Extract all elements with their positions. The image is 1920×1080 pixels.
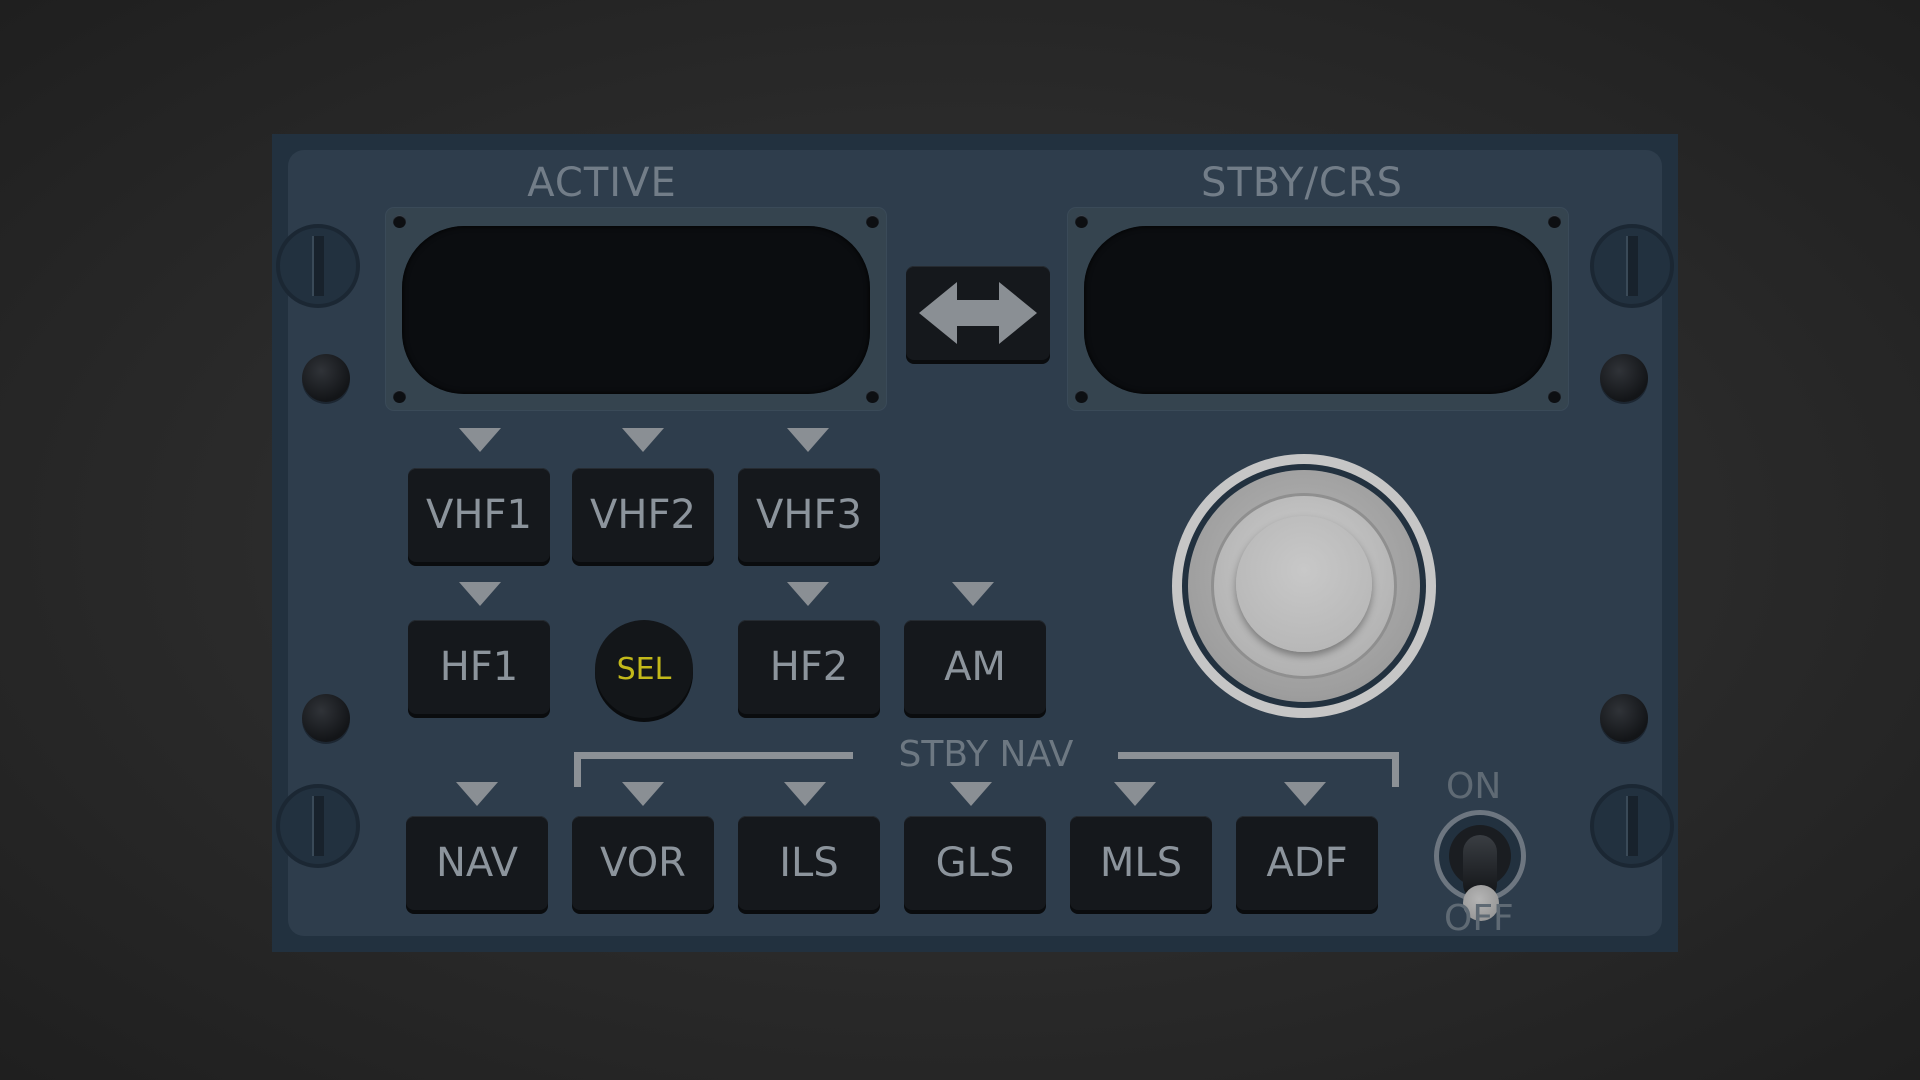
hf2-button[interactable]: HF2: [738, 620, 880, 714]
vor-button[interactable]: VOR: [572, 816, 714, 910]
ils-button[interactable]: ILS: [738, 816, 880, 910]
panel-clamp-bottom-left: [276, 784, 360, 868]
standby-display-frame: [1068, 208, 1568, 410]
vhf3-button[interactable]: VHF3: [738, 468, 880, 562]
radio-tuning-panel: ACTIVE STBY/CRS VHF1 VHF2 VHF3 HF1 SEL H…: [272, 134, 1678, 952]
tuning-knob[interactable]: [1172, 454, 1436, 718]
standby-frequency-display: [1084, 226, 1552, 394]
mls-button[interactable]: MLS: [1070, 816, 1212, 910]
stby-nav-label: STBY NAV: [898, 734, 1074, 775]
vor-indicator: [622, 782, 664, 806]
vhf3-indicator: [787, 428, 829, 452]
adf-button[interactable]: ADF: [1236, 816, 1378, 910]
nav-button[interactable]: NAV: [406, 816, 548, 910]
standby-label: STBY/CRS: [1200, 160, 1404, 206]
hf1-button[interactable]: HF1: [408, 620, 550, 714]
sel-indicator-light: SEL: [595, 620, 693, 718]
switch-on-label: ON: [1446, 766, 1502, 807]
panel-clamp-top-right: [1590, 224, 1674, 308]
vhf2-indicator: [622, 428, 664, 452]
panel-clamp-bottom-right: [1590, 784, 1674, 868]
switch-off-label: OFF: [1444, 898, 1514, 939]
mls-indicator: [1114, 782, 1156, 806]
active-label: ACTIVE: [527, 160, 677, 206]
stby-nav-bracket-right: [1118, 752, 1399, 787]
adf-indicator: [1284, 782, 1326, 806]
ils-indicator: [784, 782, 826, 806]
mount-screw-left-upper: [302, 354, 350, 402]
mount-screw-right-lower: [1600, 694, 1648, 742]
hf2-indicator: [787, 582, 829, 606]
vhf1-indicator: [459, 428, 501, 452]
hf1-indicator: [459, 582, 501, 606]
gls-indicator: [950, 782, 992, 806]
double-arrow-icon: [919, 282, 1037, 344]
vhf2-button[interactable]: VHF2: [572, 468, 714, 562]
mount-screw-right-upper: [1600, 354, 1648, 402]
active-frequency-display: [402, 226, 870, 394]
am-button[interactable]: AM: [904, 620, 1046, 714]
power-toggle-switch[interactable]: [1434, 810, 1526, 921]
mount-screw-left-lower: [302, 694, 350, 742]
panel-clamp-top-left: [276, 224, 360, 308]
am-indicator: [952, 582, 994, 606]
vhf1-button[interactable]: VHF1: [408, 468, 550, 562]
transfer-button[interactable]: [906, 266, 1050, 360]
active-display-frame: [386, 208, 886, 410]
nav-indicator: [456, 782, 498, 806]
gls-button[interactable]: GLS: [904, 816, 1046, 910]
